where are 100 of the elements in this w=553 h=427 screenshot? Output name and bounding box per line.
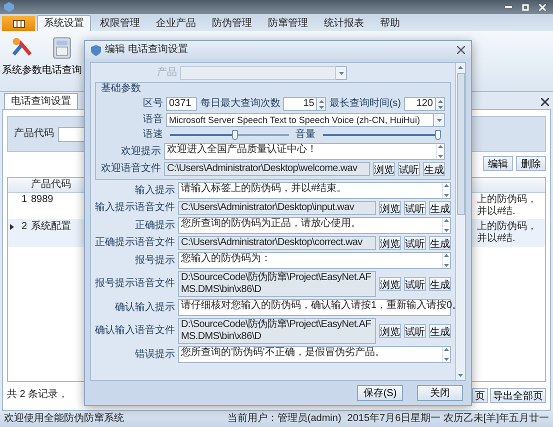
- ribbon-tab[interactable]: 系统设置: [37, 15, 91, 31]
- application-menu-button[interactable]: [2, 16, 35, 31]
- up-arrow-icon: [444, 254, 449, 257]
- field-label: 音量: [296, 129, 316, 141]
- file-action-button[interactable]: 浏览: [379, 201, 401, 215]
- table-cell-text: 系统配置: [30, 221, 72, 233]
- field-label: 报号提示语音文件: [95, 278, 175, 290]
- file-action-button[interactable]: 生成: [423, 162, 445, 176]
- slider-handle[interactable]: [435, 130, 441, 140]
- phone-icon: [50, 36, 74, 60]
- ribbon-tab[interactable]: 防窜管理: [261, 15, 315, 31]
- action-button[interactable]: 删除: [516, 156, 546, 171]
- field-label: 产品代码: [14, 128, 54, 140]
- current-user: 当前用户：管理员(admin): [227, 413, 342, 425]
- ribbon-tab[interactable]: 防伪管理: [205, 15, 259, 31]
- pager-button[interactable]: 导出全部页: [490, 388, 546, 402]
- field-label: 区号: [142, 98, 163, 110]
- down-arrow-icon: [444, 229, 449, 232]
- scrollbar[interactable]: [455, 63, 465, 380]
- down-arrow-icon: [444, 194, 449, 197]
- file-action-button[interactable]: 浏览: [379, 324, 401, 338]
- file-action-button[interactable]: 浏览: [373, 162, 395, 176]
- app-logo-icon: [4, 2, 14, 12]
- down-arrow-icon: [444, 358, 449, 361]
- down-arrow-icon: [436, 118, 442, 122]
- text-area[interactable]: 您所查询的防伪码为正品，请放心使用。: [178, 217, 451, 234]
- field-label: 语速: [142, 129, 163, 141]
- file-path-field[interactable]: C:\Users\Administrator\Desktop\welcome.wav: [164, 162, 370, 176]
- file-action-button[interactable]: 生成: [429, 201, 451, 215]
- file-path-field[interactable]: D:\SourceCode\防伪防窜\Project\EasyNet.AFMS.DMS\bin\x86\D: [178, 271, 376, 297]
- slider-handle[interactable]: [232, 130, 238, 140]
- field-label: 正确提示: [134, 220, 175, 232]
- close-icon[interactable]: [457, 46, 465, 54]
- close-icon[interactable]: [541, 98, 549, 106]
- file-action-button[interactable]: 生成: [429, 236, 451, 250]
- record-count: 共 2 条记录，: [7, 389, 68, 401]
- field-label: 每日最大查询次数: [200, 98, 280, 110]
- slider[interactable]: [322, 130, 441, 140]
- down-arrow-icon: [438, 155, 443, 158]
- text-area[interactable]: 您所查询的'防伪码'不正确，是假冒伪劣产品。: [178, 346, 451, 363]
- file-action-button[interactable]: 浏览: [379, 236, 401, 250]
- date-text: 2015年7月6日星期一 农历乙未[羊]年五月廿一: [347, 413, 549, 425]
- file-path-field[interactable]: C:\Users\Administrator\Desktop\correct.wav: [178, 236, 376, 250]
- document-tab[interactable]: 电话查询设置: [4, 93, 78, 109]
- row-number: 2: [20, 221, 28, 233]
- down-arrow-icon: [318, 106, 324, 108]
- table-cell-text: 8989: [30, 194, 54, 206]
- down-arrow-icon: [458, 374, 463, 377]
- status-text: 欢迎使用全能防伪防窜系统: [4, 413, 124, 425]
- text-area[interactable]: 欢迎进入全国产品质量认证中心！: [164, 143, 445, 160]
- table-cell-text: 上的防伪码，并以#结.: [477, 194, 538, 218]
- action-button[interactable]: 编辑: [483, 156, 513, 171]
- up-arrow-icon: [438, 145, 443, 148]
- ribbon-tab[interactable]: 权限管理: [93, 15, 147, 31]
- field-label: 确认输入提示: [114, 302, 175, 314]
- group-title: 基础参数: [101, 83, 142, 95]
- maximize-icon: [522, 4, 528, 10]
- down-arrow-icon: [438, 106, 442, 108]
- up-arrow-icon: [438, 100, 442, 102]
- field-label: 欢迎语音文件: [101, 163, 161, 175]
- field-label: 报号提示: [134, 254, 175, 266]
- up-arrow-icon: [444, 219, 449, 222]
- up-arrow-icon: [444, 348, 449, 351]
- field-label: 输入提示语音文件: [95, 202, 175, 214]
- menu-icon: [12, 20, 24, 28]
- ribbon-tab[interactable]: 统计报表: [317, 15, 371, 31]
- field-label: 欢迎提示: [120, 146, 161, 158]
- close-icon: [538, 4, 546, 10]
- field-label: 错误提示: [134, 348, 175, 360]
- field-label: 语音: [142, 114, 163, 126]
- field-label: 正确提示语音文件: [95, 237, 175, 249]
- file-action-button[interactable]: 试听: [404, 277, 426, 291]
- up-arrow-icon: [444, 184, 449, 187]
- ribbon-button[interactable]: 系统参数: [2, 34, 42, 80]
- dialog-button[interactable]: 关闭: [417, 385, 463, 401]
- file-action-button[interactable]: 试听: [404, 201, 426, 215]
- column-header[interactable]: 产品代码: [29, 178, 75, 192]
- ribbon-tab[interactable]: 帮助: [373, 15, 407, 31]
- ribbon-tab[interactable]: 企业产品: [149, 15, 203, 31]
- file-action-button[interactable]: 试听: [404, 324, 426, 338]
- input-field[interactable]: 0371: [166, 97, 198, 111]
- text-area[interactable]: 请输入标签上的防伪码，并以#结束。: [178, 182, 451, 199]
- file-action-button[interactable]: 试听: [404, 236, 426, 250]
- down-arrow-icon: [444, 264, 449, 267]
- file-path-field[interactable]: C:\Users\Administrator\Desktop\input.wav: [178, 201, 376, 215]
- field-label: 产品: [156, 67, 177, 79]
- row-number: 1: [20, 194, 28, 206]
- dialog-button[interactable]: 保存(S): [357, 385, 403, 401]
- file-path-field[interactable]: D:\SourceCode\防伪防窜\Project\EasyNet.AFMS.DMS\bin\x86\D: [178, 318, 376, 344]
- pager-button[interactable]: 页: [472, 388, 488, 402]
- shield-icon: [91, 44, 101, 56]
- up-arrow-icon: [318, 100, 324, 102]
- text-area[interactable]: 您输入的防伪码为：: [178, 252, 451, 269]
- ribbon-button[interactable]: 电话查询: [42, 34, 82, 80]
- file-action-button[interactable]: 生成: [429, 324, 451, 338]
- row-pointer-icon: [10, 224, 14, 230]
- file-action-button[interactable]: 生成: [429, 277, 451, 291]
- file-action-button[interactable]: 试听: [398, 162, 420, 176]
- file-action-button[interactable]: 浏览: [379, 277, 401, 291]
- table-cell-text: 上的防伪码，并以#结.: [477, 221, 538, 245]
